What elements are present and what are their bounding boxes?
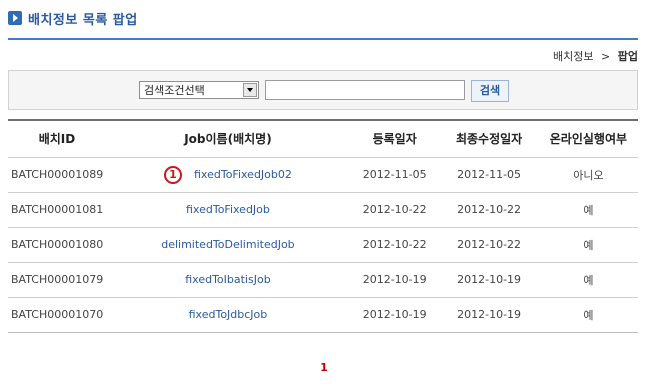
batch-table: 배치ID Job이름(배치명) 등록일자 최종수정일자 온라인실행여부 BATC… [8, 119, 638, 333]
job-link[interactable]: fixedToFixedJob02 [194, 168, 292, 181]
table-row[interactable]: BATCH00001070 fixedToJdbcJob 2012-10-19 … [8, 297, 638, 333]
page-title: 배치정보 목록 팝업 [28, 12, 138, 28]
table-row[interactable]: BATCH00001080 delimitedToDelimitedJob 20… [8, 227, 638, 263]
cell-job-name: delimitedToDelimitedJob [105, 227, 350, 263]
job-link[interactable]: delimitedToDelimitedJob [161, 238, 294, 251]
cell-online-exec: 예 [538, 192, 638, 228]
page-header: 배치정보 목록 팝업 [8, 9, 138, 28]
header-modified-date: 최종수정일자 [439, 119, 539, 158]
cell-online-exec: 아니오 [538, 157, 638, 193]
table-header-row: 배치ID Job이름(배치명) 등록일자 최종수정일자 온라인실행여부 [8, 119, 638, 158]
cell-online-exec: 예 [538, 262, 638, 298]
chevron-down-icon[interactable] [243, 83, 257, 97]
search-button[interactable]: 검색 [471, 80, 509, 102]
search-input[interactable] [265, 80, 465, 100]
cell-modified-date: 2012-10-22 [439, 227, 539, 263]
cell-registered-date: 2012-10-19 [349, 297, 440, 333]
breadcrumb-current: 팝업 [617, 50, 638, 63]
job-link[interactable]: fixedToFixedJob [186, 203, 270, 216]
annotation-marker: 1 [164, 165, 182, 184]
header-job-name: Job이름(배치명) [105, 119, 350, 158]
cell-modified-date: 2012-10-19 [439, 297, 539, 333]
table-row[interactable]: BATCH00001079 fixedToIbatisJob 2012-10-1… [8, 262, 638, 298]
search-condition-select[interactable]: 검색조건선택 [139, 81, 259, 99]
header-registered-date: 등록일자 [349, 119, 440, 158]
cell-registered-date: 2012-10-22 [349, 227, 440, 263]
job-link[interactable]: fixedToIbatisJob [185, 273, 270, 286]
cell-job-name: fixedToJdbcJob [105, 297, 350, 333]
header-batch-id: 배치ID [8, 119, 106, 158]
cell-job-name: fixedToIbatisJob [105, 262, 350, 298]
cell-batch-id: BATCH00001070 [8, 297, 106, 333]
table-row[interactable]: BATCH00001081 fixedToFixedJob 2012-10-22… [8, 192, 638, 228]
job-link[interactable]: fixedToJdbcJob [189, 308, 268, 321]
cell-job-name: fixedToFixedJob [105, 192, 350, 228]
cell-registered-date: 2012-10-22 [349, 192, 440, 228]
cell-registered-date: 2012-11-05 [349, 157, 440, 193]
table-row[interactable]: BATCH00001089 1 fixedToFixedJob02 2012-11… [8, 157, 638, 193]
breadcrumb: 배치정보 > 팝업 [553, 48, 638, 64]
cell-batch-id: BATCH00001081 [8, 192, 106, 228]
search-panel: 검색조건선택 검색 [8, 70, 638, 110]
cell-modified-date: 2012-10-19 [439, 262, 539, 298]
title-divider [8, 38, 638, 40]
page-link-current[interactable]: 1 [320, 361, 328, 374]
cell-batch-id: BATCH00001089 [8, 157, 106, 193]
cell-job-name: 1 fixedToFixedJob02 [105, 157, 350, 193]
cell-registered-date: 2012-10-19 [349, 262, 440, 298]
pagination: 1 [0, 360, 648, 374]
breadcrumb-parent: 배치정보 [553, 50, 594, 63]
cell-modified-date: 2012-11-05 [439, 157, 539, 193]
cell-batch-id: BATCH00001079 [8, 262, 106, 298]
search-condition-value: 검색조건선택 [144, 84, 205, 97]
cell-modified-date: 2012-10-22 [439, 192, 539, 228]
header-online-exec: 온라인실행여부 [538, 119, 638, 158]
cell-batch-id: BATCH00001080 [8, 227, 106, 263]
arrow-right-icon [8, 11, 22, 25]
breadcrumb-separator: > [601, 50, 611, 63]
cell-online-exec: 예 [538, 227, 638, 263]
cell-online-exec: 예 [538, 297, 638, 333]
